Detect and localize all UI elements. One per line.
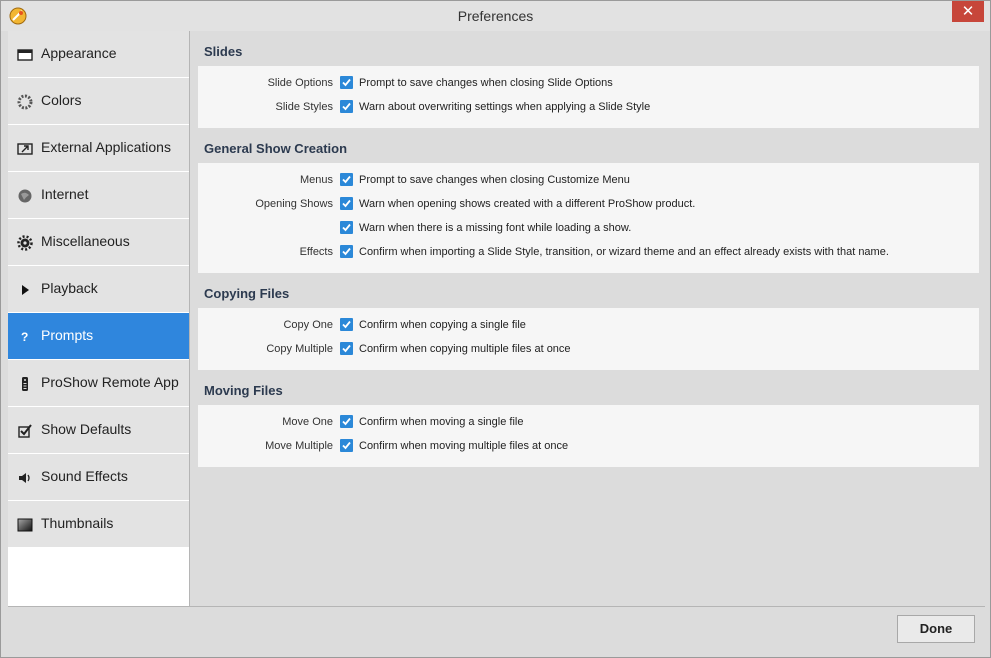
section-moving-files: Move One Confirm when moving a single fi… bbox=[198, 405, 979, 467]
thumbnails-icon bbox=[17, 518, 33, 532]
option-text: Prompt to save changes when closing Slid… bbox=[359, 77, 613, 89]
done-button[interactable]: Done bbox=[897, 615, 975, 643]
sidebar-item-miscellaneous[interactable]: Miscellaneous bbox=[8, 219, 189, 266]
checkbox-icon bbox=[18, 424, 32, 438]
play-icon bbox=[22, 285, 29, 295]
option-text: Warn when there is a missing font while … bbox=[359, 222, 632, 234]
internet-icon bbox=[18, 189, 32, 203]
sidebar-item-label: Prompts bbox=[41, 327, 94, 343]
checkbox[interactable] bbox=[340, 221, 353, 234]
sidebar-item-label: Appearance bbox=[41, 45, 117, 61]
option-label: Opening Shows bbox=[255, 198, 333, 210]
speaker-icon bbox=[19, 473, 30, 483]
option-text: Warn about overwriting settings when app… bbox=[359, 101, 651, 113]
sidebar-item-label: Sound Effects bbox=[41, 468, 128, 484]
checkbox[interactable] bbox=[340, 415, 353, 428]
checkbox[interactable] bbox=[340, 318, 353, 331]
section-title-general-show-creation: General Show Creation bbox=[204, 141, 348, 156]
sidebar-item-appearance[interactable]: Appearance bbox=[8, 31, 189, 78]
sidebar-item-label: Miscellaneous bbox=[41, 233, 130, 249]
sidebar-item-label: ProShow Remote App bbox=[41, 374, 179, 390]
sidebar-item-label: Show Defaults bbox=[41, 421, 132, 437]
option-label: Slide Options bbox=[267, 77, 333, 89]
question-icon: ? bbox=[21, 330, 28, 344]
option-label: Slide Styles bbox=[275, 101, 333, 113]
close-button[interactable]: ✕ bbox=[952, 1, 984, 22]
section-slides: Slide Options Prompt to save changes whe… bbox=[198, 66, 979, 128]
sidebar-item-label: Colors bbox=[41, 92, 82, 108]
sidebar-item-prompts[interactable]: ? Prompts bbox=[8, 313, 189, 360]
svg-text:?: ? bbox=[21, 330, 28, 344]
prompts-panel: Slides Slide Options Prompt to save chan… bbox=[190, 31, 985, 606]
checkbox[interactable] bbox=[340, 342, 353, 355]
sidebar-item-internet[interactable]: Internet bbox=[8, 172, 189, 219]
external-applications-icon bbox=[17, 143, 33, 155]
option-row: Slide Options Prompt to save changes whe… bbox=[198, 73, 979, 93]
option-text: Confirm when copying multiple files at o… bbox=[359, 343, 571, 355]
remote-icon bbox=[22, 377, 28, 391]
sidebar-item-sound-effects[interactable]: Sound Effects bbox=[8, 454, 189, 501]
option-label: Move One bbox=[282, 416, 333, 428]
option-row: Copy Multiple Confirm when copying multi… bbox=[198, 339, 979, 359]
option-label: Copy Multiple bbox=[266, 343, 333, 355]
option-text: Confirm when copying a single file bbox=[359, 319, 526, 331]
section-title-copying-files: Copying Files bbox=[204, 286, 290, 301]
checkbox[interactable] bbox=[340, 76, 353, 89]
sidebar-item-label: Thumbnails bbox=[41, 515, 114, 531]
sidebar-item-thumbnails[interactable]: Thumbnails bbox=[8, 501, 189, 548]
option-row: Effects Confirm when importing a Slide S… bbox=[198, 242, 979, 262]
checkbox[interactable] bbox=[340, 439, 353, 452]
option-label: Menus bbox=[299, 174, 333, 186]
option-label: Move Multiple bbox=[265, 440, 333, 452]
sidebar-item-external-applications[interactable]: External Applications bbox=[8, 125, 189, 172]
option-text: Warn when opening shows created with a d… bbox=[359, 198, 696, 210]
title-bar: Preferences ✕ bbox=[1, 1, 990, 31]
checkbox[interactable] bbox=[340, 245, 353, 258]
option-text: Confirm when moving a single file bbox=[359, 416, 524, 428]
sidebar-item-label: Playback bbox=[41, 280, 98, 296]
section-title-moving-files: Moving Files bbox=[204, 383, 283, 398]
option-text: Confirm when importing a Slide Style, tr… bbox=[359, 246, 889, 258]
option-row: Slide Styles Warn about overwriting sett… bbox=[198, 97, 979, 117]
checkbox[interactable] bbox=[340, 100, 353, 113]
section-title-slides: Slides bbox=[204, 44, 243, 59]
sidebar-item-show-defaults[interactable]: Show Defaults bbox=[8, 407, 189, 454]
section-general-show-creation: Menus Prompt to save changes when closin… bbox=[198, 163, 979, 273]
appearance-icon bbox=[17, 49, 33, 61]
sidebar-item-proshow-remote-app[interactable]: ProShow Remote App bbox=[8, 360, 189, 407]
checkbox[interactable] bbox=[340, 197, 353, 210]
option-text: Prompt to save changes when closing Cust… bbox=[359, 174, 630, 186]
footer: Done bbox=[8, 606, 985, 653]
option-row: Menus Prompt to save changes when closin… bbox=[198, 170, 979, 190]
option-text: Confirm when moving multiple files at on… bbox=[359, 440, 569, 452]
preferences-window: Preferences ✕ Appearance Colors External… bbox=[0, 0, 991, 658]
option-row: Warn when there is a missing font while … bbox=[198, 218, 979, 238]
gear-icon bbox=[17, 235, 33, 251]
colors-icon bbox=[17, 94, 33, 110]
sidebar-item-playback[interactable]: Playback bbox=[8, 266, 189, 313]
sidebar-item-label: Internet bbox=[41, 186, 89, 202]
checkbox[interactable] bbox=[340, 173, 353, 186]
section-copying-files: Copy One Confirm when copying a single f… bbox=[198, 308, 979, 370]
option-row: Move One Confirm when moving a single fi… bbox=[198, 412, 979, 432]
option-row: Move Multiple Confirm when moving multip… bbox=[198, 436, 979, 456]
sidebar-item-colors[interactable]: Colors bbox=[8, 78, 189, 125]
sidebar-item-label: External Applications bbox=[41, 139, 171, 155]
window-title: Preferences bbox=[457, 8, 534, 24]
option-row: Copy One Confirm when copying a single f… bbox=[198, 315, 979, 335]
option-label: Effects bbox=[299, 246, 333, 258]
option-label: Copy One bbox=[283, 319, 333, 331]
sidebar: Appearance Colors External Applications … bbox=[8, 31, 190, 606]
option-row: Opening Shows Warn when opening shows cr… bbox=[198, 194, 979, 214]
